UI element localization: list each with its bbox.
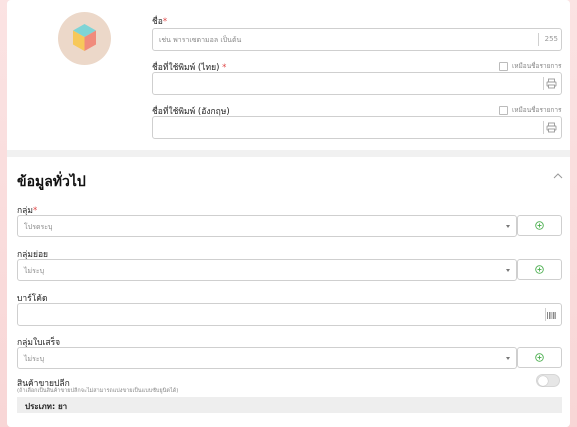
plus-circle-icon xyxy=(535,221,544,230)
add-subgroup-button[interactable] xyxy=(517,259,562,280)
name-section: ชื่อ* เช่น พาราเซตามอล เป็นต้น 255 ชื่อท… xyxy=(7,0,570,150)
section-title: ข้อมูลทั่วไป xyxy=(17,174,86,190)
print-name-th-input[interactable] xyxy=(152,72,562,95)
subgroup-select[interactable]: ไม่ระบุ xyxy=(17,259,517,281)
product-form-card: ชื่อ* เช่น พาราเซตามอล เป็นต้น 255 ชื่อท… xyxy=(7,0,570,427)
name-input[interactable]: เช่น พาราเซตามอล เป็นต้น 255 xyxy=(152,28,562,51)
type-bar: ประเภท: ยา xyxy=(17,397,562,413)
plus-circle-icon xyxy=(535,353,544,362)
chevron-up-icon[interactable] xyxy=(553,172,563,180)
input-separator xyxy=(543,121,544,134)
retail-note: (ถ้าเลือกเป็นสินค้าขายปลีกจะไม่สามารถแบ่… xyxy=(17,388,179,394)
input-separator xyxy=(538,33,539,46)
same-as-name-en-checkbox[interactable] xyxy=(499,105,508,115)
name-placeholder: เช่น พาราเซตามอล เป็นต้น xyxy=(159,36,242,44)
input-separator xyxy=(543,77,544,90)
receipt-group-select[interactable]: ไม่ระบุ xyxy=(17,347,517,369)
printer-icon[interactable] xyxy=(546,78,557,89)
barcode-input[interactable] xyxy=(17,303,562,326)
subgroup-placeholder: ไม่ระบุ xyxy=(24,267,45,275)
caret-down-icon xyxy=(506,269,510,272)
type-label: ประเภท: ยา xyxy=(25,402,68,411)
toggle-knob xyxy=(538,376,548,386)
name-label: ชื่อ* xyxy=(152,17,168,27)
same-as-name-en-text: เหมือนชื่อรายการ xyxy=(512,106,562,114)
same-as-name-th-text: เหมือนชื่อรายการ xyxy=(512,62,562,70)
print-name-en-input[interactable] xyxy=(152,116,562,139)
add-receipt-group-button[interactable] xyxy=(517,347,562,368)
receipt-group-placeholder: ไม่ระบุ xyxy=(24,355,45,363)
same-as-name-en[interactable]: เหมือนชื่อรายการ xyxy=(499,105,561,115)
product-avatar[interactable] xyxy=(58,12,111,65)
barcode-icon[interactable] xyxy=(546,310,557,321)
group-placeholder: โปรดระบุ xyxy=(24,223,53,231)
char-counter: 255 xyxy=(544,35,558,43)
same-as-name-th-checkbox[interactable] xyxy=(499,61,508,71)
printer-icon[interactable] xyxy=(546,122,557,133)
caret-down-icon xyxy=(506,225,510,228)
same-as-name-th[interactable]: เหมือนชื่อรายการ xyxy=(499,61,561,71)
plus-circle-icon xyxy=(535,265,544,274)
retail-toggle[interactable] xyxy=(536,374,560,387)
group-select[interactable]: โปรดระบุ xyxy=(17,215,517,237)
caret-down-icon xyxy=(506,357,510,360)
cube-icon xyxy=(73,24,96,51)
add-group-button[interactable] xyxy=(517,215,562,236)
